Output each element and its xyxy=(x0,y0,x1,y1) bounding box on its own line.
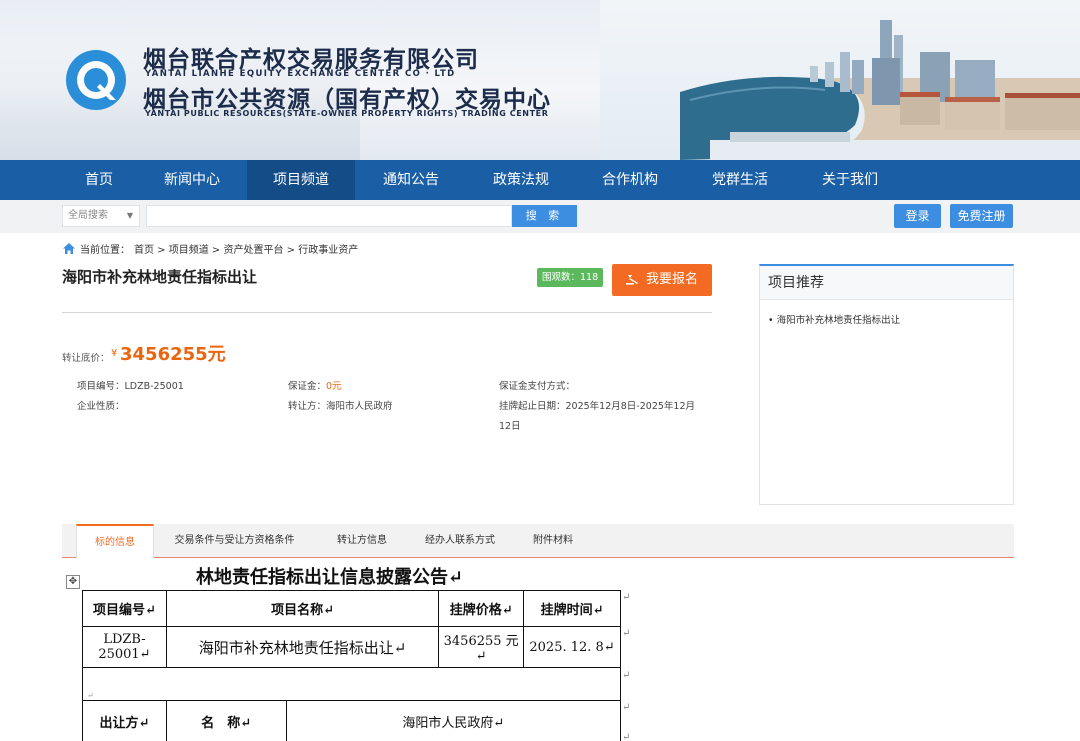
deposit-label: 保证金： xyxy=(288,381,327,392)
register-button[interactable]: 免费注册 xyxy=(950,204,1013,228)
page-title: 海阳市补充林地责任指标出让 xyxy=(62,268,258,286)
header-listing-price: 挂牌价格↵ xyxy=(438,590,525,627)
tab-contact[interactable]: 经办人联系方式 xyxy=(412,524,508,558)
breadcrumb-prefix: 当前位置： xyxy=(80,245,130,256)
views-badge: 围观数：118 xyxy=(537,268,604,287)
paragraph-mark: ↵ xyxy=(622,732,631,741)
paragraph-mark: ↵ xyxy=(622,702,631,713)
table-row: LDZB-25001↵ 海阳市补充林地责任指标出让↵ 3456255 元↵ 20… xyxy=(82,626,621,668)
price-value: 3456255元 xyxy=(120,344,226,365)
recommend-title: 项目推荐 xyxy=(760,266,1013,300)
nav-item-news[interactable]: 新闻中心 xyxy=(155,160,229,200)
nav-item-notices[interactable]: 通知公告 xyxy=(374,160,448,200)
brand-name-en-2: YANTAI PUBLIC RESOURCES(STATE-OWNER PROP… xyxy=(145,109,549,118)
table-header-row: 项目编号↵ 项目名称↵ 挂牌价格↵ 挂牌时间↵ xyxy=(82,590,621,627)
cell-name-label: 名 称↵ xyxy=(165,700,287,741)
gavel-icon xyxy=(625,275,638,285)
deposit-method: 保证金支付方式： xyxy=(499,381,576,392)
empty-row-mark: ↵ xyxy=(82,667,621,701)
main-nav: 首页 新闻中心 项目频道 通知公告 政策法规 合作机构 党群生活 关于我们 xyxy=(0,160,1080,200)
search-input[interactable] xyxy=(146,205,512,227)
tab-transferor-info[interactable]: 转让方信息 xyxy=(322,524,402,558)
nav-item-partners[interactable]: 合作机构 xyxy=(593,160,667,200)
cell-project-code: LDZB-25001↵ xyxy=(82,626,167,668)
cell-seller-name: 海阳市人民政府↵ xyxy=(285,700,622,741)
paragraph-mark: ↵ xyxy=(622,670,631,681)
recommend-panel: 项目推荐 • 海阳市补充林地责任指标出让 xyxy=(759,264,1014,505)
transferor: 转让方：海阳市人民政府 xyxy=(288,401,393,412)
q-logo-icon xyxy=(66,50,126,110)
paragraph-mark: ↵ xyxy=(622,592,631,603)
apply-button-label: 我要报名 xyxy=(645,272,698,287)
breadcrumb-path[interactable]: 首页 > 项目频道 > 资产处置平台 > 行政事业资产 xyxy=(134,241,358,256)
city-coast-scene xyxy=(680,20,1080,160)
company-type: 企业性质： xyxy=(77,401,125,412)
nav-item-party-life[interactable]: 党群生活 xyxy=(703,160,777,200)
search-scope-label: 全局搜索 xyxy=(68,210,108,221)
cell-listing-price: 3456255 元↵ xyxy=(438,626,525,668)
listing-period-line-1: 挂牌起止日期：2025年12月8日-2025年12月 xyxy=(499,401,696,412)
deposit-value: 0元 xyxy=(326,381,342,392)
paragraph-mark: ↵ xyxy=(622,628,631,639)
document-title: 林地责任指标出让信息披露公告↵ xyxy=(196,567,464,588)
home-icon xyxy=(63,243,75,254)
cell-project-name: 海阳市补充林地责任指标出让↵ xyxy=(165,626,440,668)
search-scope-select[interactable]: 全局搜索 ▼ xyxy=(62,205,140,227)
header-project-name: 项目名称↵ xyxy=(165,590,440,627)
seller-table: 出让方↵ 名 称↵ 海阳市人民政府↵ xyxy=(82,700,622,741)
listing-period-line-2: 12日 xyxy=(499,421,521,432)
price-label: 转让底价： xyxy=(62,353,110,364)
detail-tabs: 标的信息 交易条件与受让方资格条件 转让方信息 经办人联系方式 附件材料 xyxy=(62,524,1014,559)
chevron-down-icon: ▼ xyxy=(126,211,133,220)
header-banner: 烟台联合产权交易服务有限公司 YANTAI LIANHE EQUITY EXCH… xyxy=(0,0,1080,160)
search-button[interactable]: 搜 索 xyxy=(512,205,577,227)
nav-item-home[interactable]: 首页 xyxy=(62,160,136,200)
login-button[interactable]: 登录 xyxy=(894,204,941,228)
nav-item-about[interactable]: 关于我们 xyxy=(813,160,887,200)
deposit: 保证金：0元 xyxy=(288,377,342,397)
tab-trade-conditions[interactable]: 交易条件与受让方资格条件 xyxy=(162,524,307,558)
header-project-code: 项目编号↵ xyxy=(82,590,167,627)
brand-name-en-1: YANTAI LIANHE EQUITY EXCHANGE CENTER CO … xyxy=(145,69,456,79)
cell-seller-label: 出让方↵ xyxy=(82,700,167,741)
title-divider xyxy=(62,312,712,313)
apply-button[interactable]: 我要报名 xyxy=(612,264,712,296)
nav-item-policies[interactable]: 政策法规 xyxy=(484,160,558,200)
tab-subject-info[interactable]: 标的信息 xyxy=(76,524,154,559)
table-move-handle-icon[interactable]: ✥ xyxy=(66,575,80,589)
project-code: 项目编号：LDZB-25001 xyxy=(77,381,184,392)
disclosure-table: 项目编号↵ 项目名称↵ 挂牌价格↵ 挂牌时间↵ LDZB-25001↵ 海阳市补… xyxy=(82,590,621,701)
nav-item-projects[interactable]: 项目频道 xyxy=(247,160,355,200)
cell-listing-time: 2025. 12. 8↵ xyxy=(523,626,621,668)
tab-attachments[interactable]: 附件材料 xyxy=(517,524,589,558)
breadcrumb: 当前位置： 首页 > 项目频道 > 资产处置平台 > 行政事业资产 xyxy=(62,241,358,256)
header-listing-time: 挂牌时间↵ xyxy=(523,590,621,627)
table-row: 出让方↵ 名 称↵ 海阳市人民政府↵ xyxy=(82,700,622,741)
recommend-item[interactable]: • 海阳市补充林地责任指标出让 xyxy=(768,312,900,326)
table-empty-row: ↵ xyxy=(82,667,621,701)
price-currency: ¥ xyxy=(111,348,118,359)
